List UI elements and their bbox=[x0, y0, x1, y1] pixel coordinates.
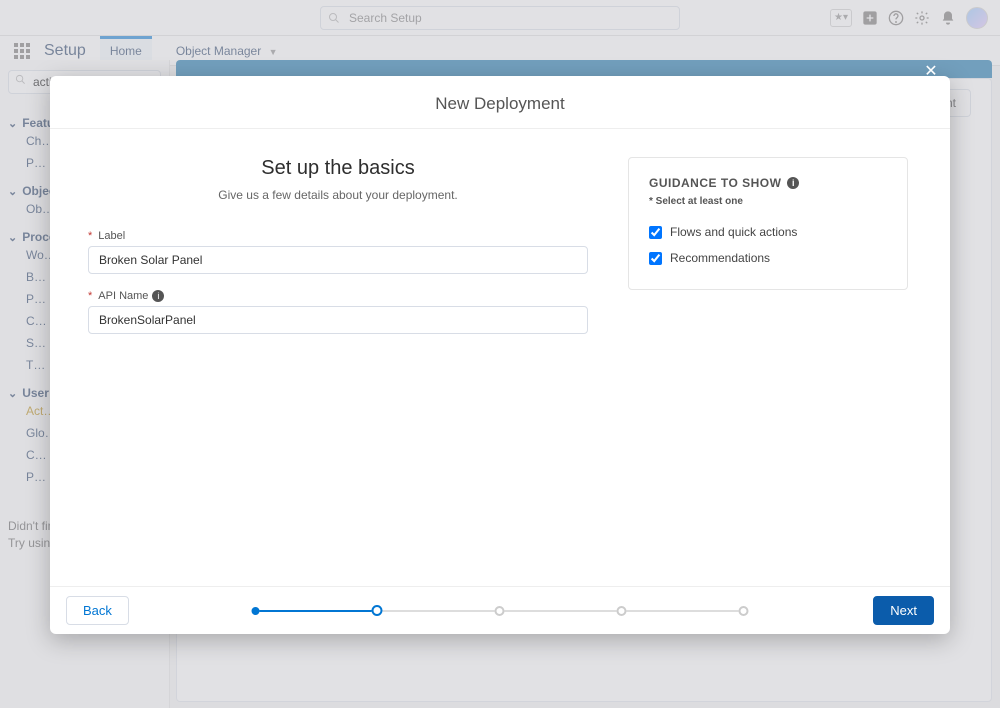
apiname-text: API Name bbox=[98, 290, 148, 302]
step-line bbox=[260, 610, 372, 612]
guidance-option-recommendations[interactable]: Recommendations bbox=[649, 245, 887, 271]
page-title: Set up the basics bbox=[88, 157, 588, 180]
guidance-subtitle: Select at least one bbox=[649, 196, 887, 207]
step-1-dot bbox=[252, 607, 260, 615]
guidance-option-flows[interactable]: Flows and quick actions bbox=[649, 219, 887, 245]
step-line bbox=[627, 610, 739, 612]
step-line bbox=[383, 610, 495, 612]
modal-title: New Deployment bbox=[50, 76, 950, 129]
checkbox-flows[interactable] bbox=[649, 226, 662, 239]
guidance-title-text: GUIDANCE TO SHOW bbox=[649, 176, 781, 190]
label-input[interactable] bbox=[88, 246, 588, 274]
guidance-panel: GUIDANCE TO SHOW i Select at least one F… bbox=[628, 157, 908, 290]
back-button[interactable]: Back bbox=[66, 596, 129, 625]
next-button[interactable]: Next bbox=[873, 596, 934, 625]
apiname-field-label: API Name i bbox=[88, 290, 588, 302]
step-2-dot bbox=[372, 605, 383, 616]
step-3-dot bbox=[495, 606, 505, 616]
step-indicator bbox=[252, 605, 749, 616]
guidance-option-label: Recommendations bbox=[670, 251, 770, 265]
label-text: Label bbox=[98, 230, 125, 242]
modal-footer: Back Next bbox=[50, 586, 950, 634]
guidance-option-label: Flows and quick actions bbox=[670, 225, 797, 239]
guidance-title: GUIDANCE TO SHOW i bbox=[649, 176, 887, 190]
apiname-input[interactable] bbox=[88, 306, 588, 334]
step-4-dot bbox=[617, 606, 627, 616]
page-subtitle: Give us a few details about your deploym… bbox=[88, 188, 588, 202]
modal: ✕ New Deployment Set up the basics Give … bbox=[50, 76, 950, 634]
step-5-dot bbox=[739, 606, 749, 616]
label-field-label: Label bbox=[88, 230, 588, 242]
info-icon[interactable]: i bbox=[152, 290, 164, 302]
step-line bbox=[505, 610, 617, 612]
checkbox-recommendations[interactable] bbox=[649, 252, 662, 265]
close-icon[interactable]: ✕ bbox=[920, 60, 942, 82]
info-icon[interactable]: i bbox=[787, 177, 799, 189]
